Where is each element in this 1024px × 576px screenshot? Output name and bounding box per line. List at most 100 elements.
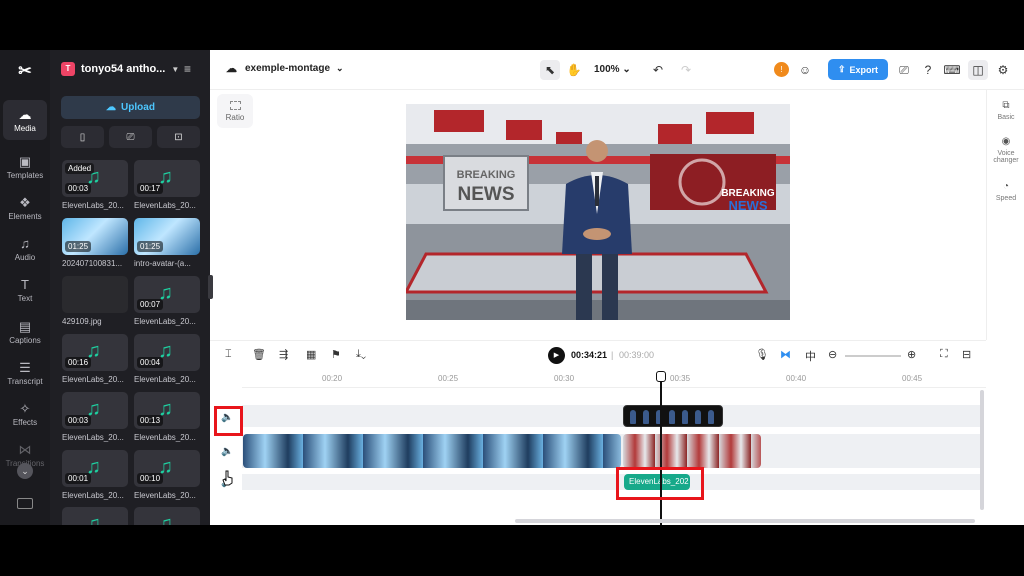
media-item[interactable]: ♫ Added 00:03 ElevenLabs_20... bbox=[62, 160, 128, 210]
magnet-snap-icon[interactable]: ⧓ bbox=[780, 348, 791, 361]
settings-gear-icon[interactable]: ⚙ bbox=[993, 60, 1013, 80]
hand-tool-icon[interactable]: ✋ bbox=[564, 60, 584, 80]
rail-speed[interactable]: ◔ Speed bbox=[987, 181, 1024, 202]
upload-label: Upload bbox=[121, 102, 155, 113]
sign-right-line2: NEWS bbox=[729, 198, 768, 213]
redo-icon[interactable]: ↷ bbox=[676, 60, 696, 80]
user-icon[interactable]: ☺ bbox=[795, 60, 815, 80]
effects-icon: ✧ bbox=[19, 400, 31, 416]
media-item[interactable]: ♫ bbox=[62, 507, 128, 525]
media-item[interactable]: ♫ 00:03 ElevenLabs_20... bbox=[62, 392, 128, 442]
ruler-tick: 00:40 bbox=[786, 374, 807, 383]
zoom-out-icon[interactable]: ⊖ bbox=[828, 348, 837, 361]
fullscreen-icon[interactable]: ⛶ bbox=[940, 348, 948, 361]
feedback-icon[interactable]: ⎚ bbox=[894, 60, 914, 80]
account-switcher[interactable]: T tonyo54 antho... ▼ bbox=[61, 60, 179, 78]
media-thumbnail: ♫ 00:04 bbox=[134, 334, 200, 371]
zoom-level: 100% bbox=[594, 64, 620, 75]
media-item[interactable]: ♫ 00:16 ElevenLabs_20... bbox=[62, 334, 128, 384]
picture-in-picture-icon[interactable]: ⊟ bbox=[962, 348, 971, 361]
panel-collapse-handle[interactable] bbox=[208, 275, 213, 299]
media-thumbnail: ♫ 00:17 bbox=[134, 160, 200, 197]
media-item[interactable]: 429109.jpg bbox=[62, 276, 128, 326]
transitions-icon: ⋈ bbox=[18, 441, 32, 457]
media-item[interactable]: ♫ 00:07 ElevenLabs_20... bbox=[134, 276, 200, 326]
phone-source-button[interactable]: ▯ bbox=[61, 126, 104, 148]
media-item[interactable]: ♫ 00:04 ElevenLabs_20... bbox=[134, 334, 200, 384]
media-name: 429109.jpg bbox=[62, 317, 102, 326]
timeline-toolbar: ⌶ 🗑 ⇶ ▦ ⚑ ⤓⌄ ▶ 00:34:21 | 00:39:00 🎙 ⧓ 中… bbox=[210, 340, 986, 370]
rail-basic[interactable]: ⧉ Basic bbox=[987, 100, 1024, 121]
media-thumbnail: ♫ 00:03 bbox=[62, 392, 128, 429]
nav-effects[interactable]: ✧ Effects bbox=[3, 394, 47, 434]
media-name: ElevenLabs_20... bbox=[134, 375, 196, 384]
select-tool-icon[interactable]: ⬉ bbox=[540, 60, 560, 80]
media-duration: 00:03 bbox=[65, 183, 92, 194]
media-item[interactable]: ♫ 00:13 ElevenLabs_20... bbox=[134, 392, 200, 442]
timeline-ruler[interactable]: 00:20 00:25 00:30 00:35 00:40 00:45 bbox=[242, 370, 986, 388]
save-frame-icon[interactable]: ▦ bbox=[306, 348, 316, 361]
media-duration: 00:10 bbox=[137, 473, 164, 484]
keyboard-icon[interactable] bbox=[17, 498, 33, 509]
timeline-horizontal-scrollbar[interactable] bbox=[515, 519, 975, 523]
shortcuts-icon[interactable]: ⌨ bbox=[942, 60, 962, 80]
upload-button[interactable]: ☁ Upload bbox=[61, 96, 200, 119]
rail-voice-changer[interactable]: ◉ Voice changer bbox=[987, 136, 1024, 164]
nav-templates[interactable]: ▣ Templates bbox=[3, 147, 47, 187]
media-name: ElevenLabs_20... bbox=[134, 317, 196, 326]
media-thumbnail: ♫ 00:01 bbox=[62, 450, 128, 487]
video-clip-intro[interactable] bbox=[243, 434, 621, 468]
undo-icon[interactable]: ↶ bbox=[648, 60, 668, 80]
track-mute-speaker-icon[interactable]: 🔈 bbox=[221, 446, 233, 457]
zoom-menu[interactable]: 100% ⌄ bbox=[594, 64, 631, 75]
avatar-clip[interactable] bbox=[623, 405, 723, 427]
marker-flag-icon[interactable]: ⚑ bbox=[331, 348, 341, 361]
export-button[interactable]: ⇪ Export bbox=[828, 59, 888, 80]
nav-text[interactable]: T Text bbox=[3, 270, 47, 310]
download-icon[interactable]: ⤓⌄ bbox=[356, 348, 366, 361]
nav-media[interactable]: ☁ Media bbox=[3, 100, 47, 140]
timeline-zoom-slider[interactable] bbox=[845, 355, 901, 357]
nav-audio[interactable]: ♫ Audio bbox=[3, 229, 47, 269]
nav-more-chevron-icon[interactable]: ⌄ bbox=[17, 463, 33, 479]
video-clip-studio[interactable] bbox=[623, 434, 761, 468]
app-window: ✂ ☁ Media ▣ Templates ❖ Elements ♫ Audio… bbox=[0, 50, 1024, 525]
media-item[interactable]: ♫ 00:17 ElevenLabs_20... bbox=[134, 160, 200, 210]
playhead-handle[interactable] bbox=[656, 371, 666, 382]
media-item[interactable]: 01:25 intro-avatar-(a... bbox=[134, 218, 200, 268]
delete-icon[interactable]: 🗑 bbox=[252, 348, 266, 361]
text-icon: T bbox=[21, 276, 29, 292]
play-button[interactable]: ▶ bbox=[548, 347, 565, 364]
highlight-box-speaker bbox=[214, 406, 243, 436]
avatar-track bbox=[242, 405, 980, 427]
freeze-icon[interactable]: ⇶ bbox=[279, 348, 288, 361]
media-item[interactable]: ♫ 00:01 ElevenLabs_20... bbox=[62, 450, 128, 500]
media-item[interactable]: 01:25 202407100831... bbox=[62, 218, 128, 268]
nav-captions[interactable]: ▤ Captions bbox=[3, 312, 47, 352]
nav-transcript[interactable]: ☰ Transcript bbox=[3, 353, 47, 393]
layout-toggle-icon[interactable]: ◫ bbox=[968, 60, 988, 80]
camera-source-button[interactable]: ⎚ bbox=[109, 126, 152, 148]
split-icon[interactable]: ⌶ bbox=[225, 348, 232, 361]
zoom-in-icon[interactable]: ⊕ bbox=[907, 348, 916, 361]
project-menu[interactable]: ☁ exemple-montage ⌄ bbox=[226, 62, 344, 75]
split-scene-icon[interactable]: 中 bbox=[805, 348, 816, 364]
capcut-logo-icon[interactable]: ✂ bbox=[14, 61, 36, 80]
ratio-button[interactable]: Ratio bbox=[217, 94, 253, 128]
media-item[interactable]: ♫ bbox=[134, 507, 200, 525]
chevron-down-icon: ▼ bbox=[171, 64, 180, 74]
account-avatar: T bbox=[61, 62, 75, 76]
media-item[interactable]: ♫ 00:10 ElevenLabs_20... bbox=[134, 450, 200, 500]
playhead[interactable] bbox=[660, 372, 662, 525]
timeline-vertical-scrollbar[interactable] bbox=[980, 390, 984, 510]
nav-label: Effects bbox=[12, 417, 38, 427]
notification-badge[interactable]: ! bbox=[774, 62, 789, 77]
microphone-icon[interactable]: 🎙 bbox=[755, 348, 769, 361]
video-preview[interactable]: BREAKING NEWS BREAKING NEWS bbox=[406, 104, 790, 320]
help-icon[interactable]: ? bbox=[918, 60, 938, 80]
ratio-icon bbox=[229, 100, 241, 110]
properties-rail: ⧉ Basic ◉ Voice changer ◔ Speed bbox=[986, 90, 1024, 340]
panel-menu-icon[interactable]: ≡ bbox=[184, 62, 191, 76]
nav-elements[interactable]: ❖ Elements bbox=[3, 188, 47, 228]
screen-record-button[interactable]: ⊡ bbox=[157, 126, 200, 148]
